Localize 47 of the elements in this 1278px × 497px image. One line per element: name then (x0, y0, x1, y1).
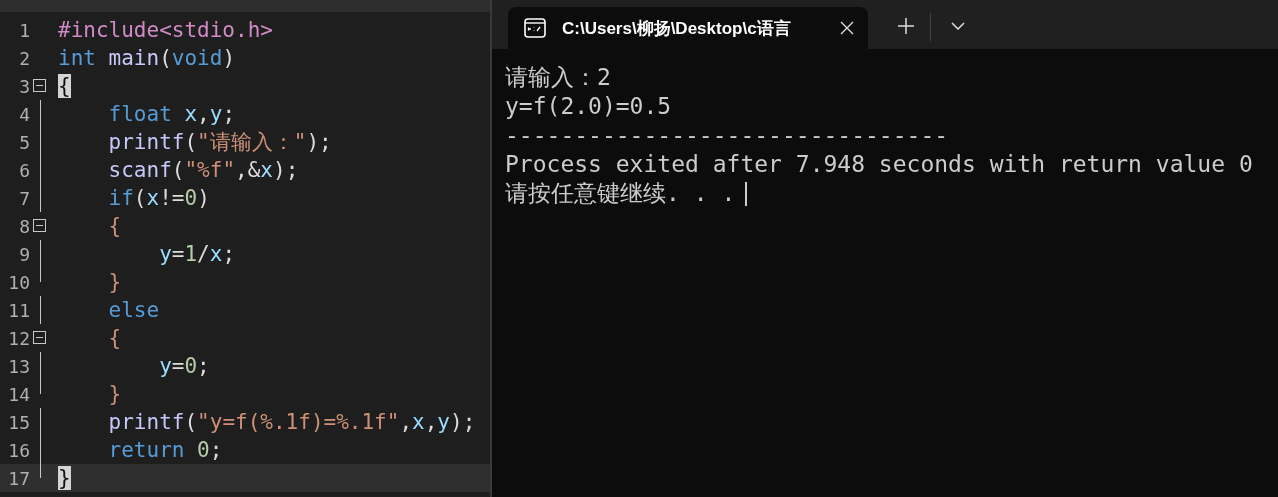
terminal-output-line: -------------------------------- (505, 121, 949, 150)
collapse-icon[interactable] (33, 331, 46, 344)
code-line: return 0; (107, 438, 223, 462)
line-number: 17 (7, 467, 30, 489)
code-line: { (107, 326, 122, 350)
close-icon[interactable] (840, 21, 854, 35)
line-number: 14 (7, 383, 30, 405)
code-line: else (107, 298, 160, 322)
terminal-icon (524, 18, 546, 38)
code-line: scanf("%f",&x); (107, 158, 299, 182)
code-line: float x,y; (107, 102, 236, 126)
code-line: y=0; (158, 354, 210, 378)
line-number: 3 (18, 75, 30, 97)
terminal-output-line: 请按任意键继续. . . (505, 179, 736, 208)
terminal-output-line: y=f(2.0)=0.5 (505, 92, 672, 121)
new-tab-icon[interactable] (898, 18, 914, 34)
line-number: 7 (18, 187, 30, 209)
line-number: 11 (7, 299, 30, 321)
line-number: 6 (18, 159, 30, 181)
chevron-down-icon[interactable] (951, 22, 965, 30)
code-line: printf("请输入："); (107, 129, 332, 156)
line-number: 12 (7, 327, 30, 349)
line-number: 8 (18, 215, 30, 237)
tab-title: C:\Users\柳扬\Desktop\c语言 (562, 17, 792, 40)
code-line: { (107, 214, 122, 238)
line-number: 10 (7, 271, 30, 293)
code-line: if(x!=0) (107, 186, 210, 210)
line-number: 15 (7, 411, 30, 433)
line-number: 9 (18, 243, 30, 265)
collapse-icon[interactable] (33, 79, 46, 92)
code-line: int main(void) (57, 46, 236, 70)
line-number: 2 (18, 47, 30, 69)
line-number: 13 (7, 355, 30, 377)
text-cursor (745, 181, 748, 206)
code-line: #include<stdio.h> (57, 18, 273, 42)
code-line: } (107, 270, 122, 294)
line-number: 1 (18, 19, 30, 41)
collapse-icon[interactable] (33, 219, 46, 232)
code-line: y=1/x; (158, 242, 236, 266)
line-number: 16 (7, 439, 30, 461)
code-line: } (107, 382, 122, 406)
line-number: 5 (18, 131, 30, 153)
terminal-output-line: Process exited after 7.948 seconds with return value 0 (505, 150, 1253, 179)
code-line: printf("y=f(%.1f)=%.1f",x,y); (107, 410, 476, 434)
terminal-output-line: 请输入：2 (505, 63, 611, 92)
line-number: 4 (18, 103, 30, 125)
terminal-tab[interactable]: C:\Users\柳扬\Desktop\c语言 (508, 7, 868, 49)
